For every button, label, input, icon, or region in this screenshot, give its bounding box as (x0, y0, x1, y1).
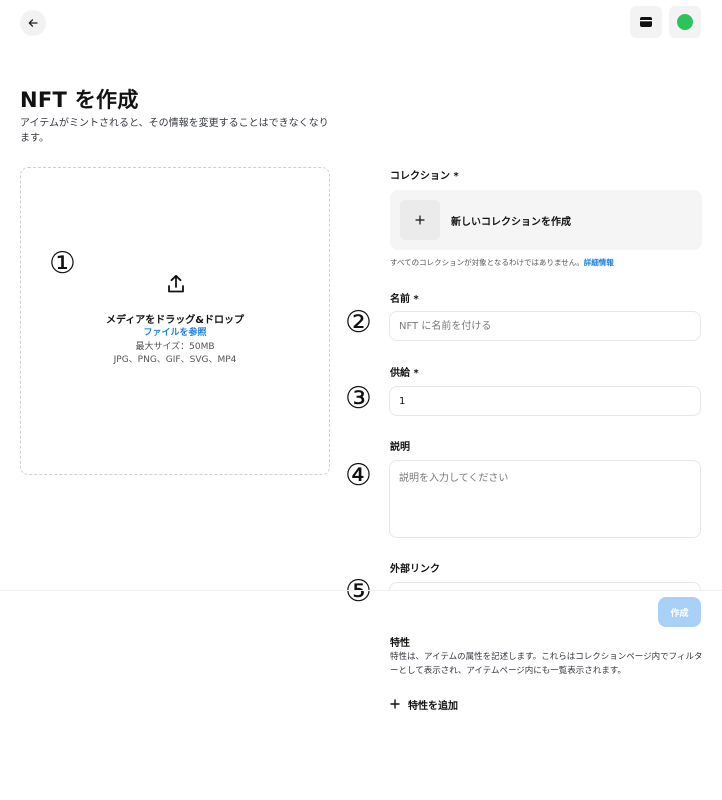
name-label: 名前 * (390, 294, 419, 305)
create-button[interactable]: 作成 (658, 597, 701, 627)
supply-input[interactable] (389, 386, 701, 416)
collection-helper-text: すべてのコレクションが対象となるわけではありません。詳細情報 (390, 257, 614, 268)
footer-divider (0, 590, 722, 591)
wallet-icon (640, 17, 652, 27)
plus-glyph-icon (415, 215, 425, 225)
dropzone-title: メディアをドラッグ&ドロップ (105, 315, 245, 326)
learn-more-link[interactable]: 詳細情報 (584, 258, 614, 267)
arrow-left-icon (28, 19, 38, 27)
description-label: 説明 (390, 442, 410, 453)
plus-icon (400, 200, 440, 240)
plus-icon (390, 698, 400, 712)
page-subtitle: アイテムがミントされると、その情報を変更することはできなくなります。 (20, 118, 329, 144)
annotation-marker-3: ③ (345, 381, 372, 416)
annotation-marker-2: ② (345, 305, 372, 340)
external-link-label: 外部リンク (390, 564, 440, 575)
profile-button[interactable] (669, 6, 701, 38)
max-size-text: 最大サイズ：50MB (135, 342, 215, 352)
upload-icon (168, 274, 184, 293)
avatar (677, 14, 693, 30)
add-trait-label: 特性を追加 (408, 701, 458, 712)
media-dropzone[interactable]: メディアをドラッグ&ドロップ ファイルを参照 最大サイズ：50MB JPG、PN… (20, 167, 330, 475)
traits-title: 特性 (390, 638, 410, 649)
file-types-text: JPG、PNG、GIF、SVG、MP4 (113, 355, 237, 365)
browse-files-link[interactable]: ファイルを参照 (21, 325, 329, 338)
name-input[interactable] (389, 311, 701, 341)
page-title: NFT を作成 (20, 88, 139, 112)
add-plus-glyph-icon (390, 698, 400, 709)
create-collection-label: 新しいコレクションを作成 (451, 217, 571, 228)
annotation-marker-5: ⑤ (345, 574, 372, 609)
add-trait-button[interactable]: 特性を追加 (390, 697, 458, 712)
supply-label: 供給 * (390, 368, 419, 379)
create-collection-button[interactable]: 新しいコレクションを作成 (390, 190, 702, 250)
wallet-button[interactable] (630, 6, 662, 38)
annotation-marker-4: ④ (345, 458, 372, 493)
collection-label: コレクション * (390, 171, 459, 182)
top-bar (0, 0, 722, 48)
traits-description: 特性は、アイテムの属性を記述します。これらはコレクションページ内でフィルターとし… (390, 652, 703, 676)
description-textarea[interactable] (389, 460, 701, 538)
back-button[interactable] (20, 10, 46, 36)
annotation-marker-1: ① (49, 246, 76, 281)
collection-helper-message: すべてのコレクションが対象となるわけではありません。 (390, 258, 584, 267)
external-link-input[interactable] (389, 582, 701, 590)
